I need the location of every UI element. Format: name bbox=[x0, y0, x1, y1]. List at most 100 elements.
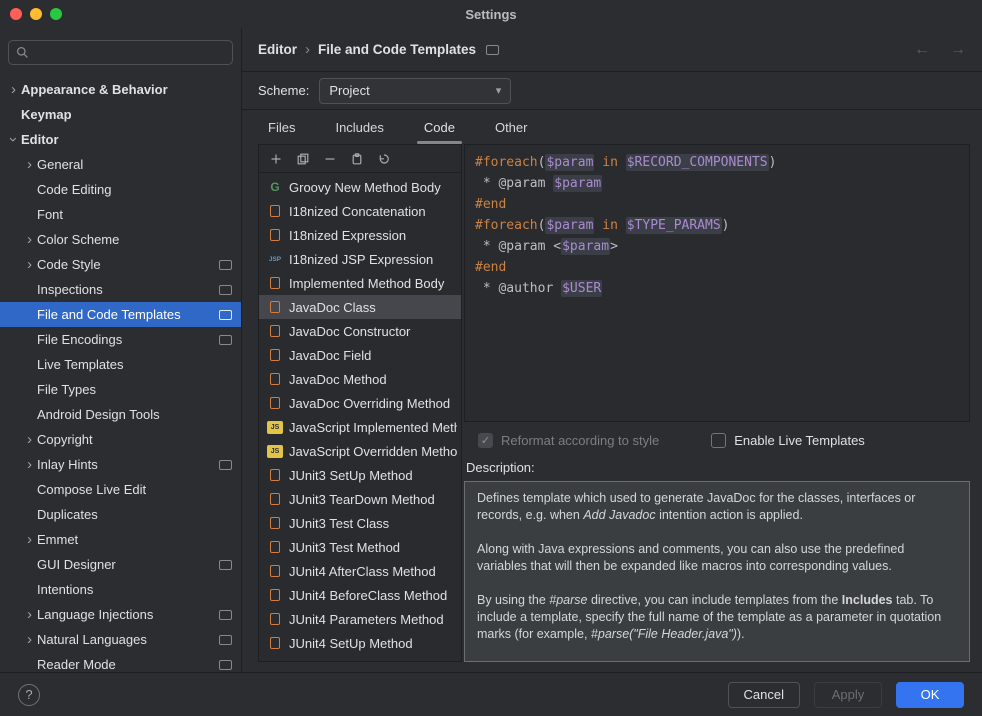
description-label: Description: bbox=[464, 458, 970, 481]
template-item[interactable]: JavaDoc Overriding Method bbox=[259, 391, 461, 415]
sidebar-item-copyright[interactable]: ›Copyright bbox=[0, 427, 241, 452]
template-label: JavaDoc Method bbox=[289, 372, 457, 387]
description-paragraph: Along with Java expressions and comments… bbox=[477, 541, 957, 575]
template-item[interactable]: JUnit4 BeforeClass Method bbox=[259, 583, 461, 607]
template-item[interactable]: JavaDoc Method bbox=[259, 367, 461, 391]
sidebar-item-live-templates[interactable]: Live Templates bbox=[0, 352, 241, 377]
template-item[interactable]: JUnit4 SetUp Method bbox=[259, 631, 461, 655]
sidebar-item-reader-mode[interactable]: Reader Mode bbox=[0, 652, 241, 672]
sidebar-item-label: GUI Designer bbox=[37, 557, 213, 572]
sidebar-item-emmet[interactable]: ›Emmet bbox=[0, 527, 241, 552]
live-templates-checkbox[interactable]: Enable Live Templates bbox=[711, 433, 865, 448]
tab-code[interactable]: Code bbox=[422, 114, 457, 144]
template-item[interactable]: JSJavaScript Overridden Method Body bbox=[259, 439, 461, 463]
template-item[interactable]: JavaDoc Constructor bbox=[259, 319, 461, 343]
checkbox-icon bbox=[478, 433, 493, 448]
description-text: directive, you can include templates fro… bbox=[588, 593, 842, 607]
template-item[interactable]: JSPI18nized JSP Expression bbox=[259, 247, 461, 271]
code-token: > bbox=[610, 239, 618, 254]
help-button[interactable]: ? bbox=[18, 684, 40, 706]
template-label: JUnit3 TearDown Method bbox=[289, 492, 457, 507]
chevron-right-icon[interactable]: › bbox=[6, 82, 21, 97]
remove-icon[interactable] bbox=[323, 152, 337, 166]
add-icon[interactable] bbox=[269, 152, 283, 166]
chevron-right-icon[interactable]: › bbox=[22, 607, 37, 622]
breadcrumb-editor[interactable]: Editor bbox=[258, 42, 297, 57]
copy-icon[interactable] bbox=[296, 152, 310, 166]
sidebar-item-code-editing[interactable]: Code Editing bbox=[0, 177, 241, 202]
cancel-button[interactable]: Cancel bbox=[728, 682, 800, 708]
template-item[interactable]: JUnit4 AfterClass Method bbox=[259, 559, 461, 583]
template-file-icon bbox=[270, 589, 280, 601]
sidebar-item-label: Compose Live Edit bbox=[37, 482, 232, 497]
chevron-right-icon[interactable]: › bbox=[22, 632, 37, 647]
sidebar-item-label: Inlay Hints bbox=[37, 457, 213, 472]
template-item[interactable]: G Groovy New Method Body bbox=[259, 175, 461, 199]
reset-icon[interactable] bbox=[377, 152, 391, 166]
tab-files[interactable]: Files bbox=[266, 114, 297, 144]
settings-search[interactable] bbox=[8, 40, 233, 65]
template-editor[interactable]: #foreach($param in $RECORD_COMPONENTS) *… bbox=[464, 144, 970, 422]
paste-icon[interactable] bbox=[350, 152, 364, 166]
sidebar-item-inspections[interactable]: Inspections bbox=[0, 277, 241, 302]
reformat-checkbox[interactable]: Reformat according to style bbox=[478, 433, 659, 448]
scheme-select[interactable]: Project ▾ bbox=[319, 78, 511, 104]
jsp-file-icon: JSP bbox=[267, 253, 283, 266]
sidebar-item-duplicates[interactable]: Duplicates bbox=[0, 502, 241, 527]
template-label: JavaScript Overridden Method Body bbox=[289, 444, 457, 459]
template-item[interactable]: I18nized Expression bbox=[259, 223, 461, 247]
sidebar-item-color-scheme[interactable]: ›Color Scheme bbox=[0, 227, 241, 252]
tab-other[interactable]: Other bbox=[493, 114, 530, 144]
sidebar-item-label: File and Code Templates bbox=[37, 307, 213, 322]
sidebar-item-gui-designer[interactable]: GUI Designer bbox=[0, 552, 241, 577]
sidebar-item-editor[interactable]: ›Editor bbox=[0, 127, 241, 152]
template-item[interactable]: JavaDoc Class bbox=[259, 295, 461, 319]
sidebar-item-general[interactable]: ›General bbox=[0, 152, 241, 177]
sidebar-item-compose-live-edit[interactable]: Compose Live Edit bbox=[0, 477, 241, 502]
sidebar-item-natural-languages[interactable]: ›Natural Languages bbox=[0, 627, 241, 652]
window-title: Settings bbox=[465, 7, 516, 22]
chevron-right-icon[interactable]: › bbox=[22, 157, 37, 172]
zoom-window-button[interactable] bbox=[50, 8, 62, 20]
code-token: in bbox=[602, 218, 618, 233]
chevron-right-icon[interactable]: › bbox=[22, 432, 37, 447]
template-item[interactable]: JSJavaScript Implemented Method Body bbox=[259, 415, 461, 439]
minimize-window-button[interactable] bbox=[30, 8, 42, 20]
forward-icon[interactable]: → bbox=[950, 41, 966, 59]
template-item[interactable]: JUnit3 TearDown Method bbox=[259, 487, 461, 511]
tab-includes[interactable]: Includes bbox=[333, 114, 385, 144]
ide-setting-icon bbox=[219, 335, 232, 345]
template-item[interactable]: JUnit4 Parameters Method bbox=[259, 607, 461, 631]
template-label: Groovy New Method Body bbox=[289, 180, 457, 195]
sidebar-item-language-injections[interactable]: ›Language Injections bbox=[0, 602, 241, 627]
chevron-down-icon[interactable]: › bbox=[6, 132, 21, 147]
template-label: JavaDoc Overriding Method bbox=[289, 396, 457, 411]
sidebar-item-file-types[interactable]: File Types bbox=[0, 377, 241, 402]
template-item[interactable]: Implemented Method Body bbox=[259, 271, 461, 295]
sidebar-item-intentions[interactable]: Intentions bbox=[0, 577, 241, 602]
sidebar-item-file-encodings[interactable]: File Encodings bbox=[0, 327, 241, 352]
chevron-right-icon[interactable]: › bbox=[22, 457, 37, 472]
template-item[interactable]: I18nized Concatenation bbox=[259, 199, 461, 223]
sidebar-item-inlay-hints[interactable]: ›Inlay Hints bbox=[0, 452, 241, 477]
chevron-right-icon[interactable]: › bbox=[22, 532, 37, 547]
sidebar-item-file-and-code-templates[interactable]: File and Code Templates bbox=[0, 302, 241, 327]
description-paragraph: By using the #parse directive, you can i… bbox=[477, 592, 957, 643]
chevron-right-icon[interactable]: › bbox=[22, 232, 37, 247]
chevron-right-icon[interactable]: › bbox=[22, 257, 37, 272]
template-item[interactable]: JUnit3 Test Class bbox=[259, 511, 461, 535]
template-item[interactable]: JUnit3 SetUp Method bbox=[259, 463, 461, 487]
back-icon[interactable]: ← bbox=[914, 41, 930, 59]
search-input[interactable] bbox=[34, 46, 225, 60]
close-window-button[interactable] bbox=[10, 8, 22, 20]
template-item[interactable]: JavaDoc Field bbox=[259, 343, 461, 367]
sidebar-item-font[interactable]: Font bbox=[0, 202, 241, 227]
groovy-file-icon: G bbox=[267, 180, 283, 194]
sidebar-item-android-design-tools[interactable]: Android Design Tools bbox=[0, 402, 241, 427]
template-file-icon bbox=[270, 205, 280, 217]
sidebar-item-code-style[interactable]: ›Code Style bbox=[0, 252, 241, 277]
sidebar-item-keymap[interactable]: Keymap bbox=[0, 102, 241, 127]
sidebar-item-appearance-behavior[interactable]: ›Appearance & Behavior bbox=[0, 77, 241, 102]
template-item[interactable]: JUnit3 Test Method bbox=[259, 535, 461, 559]
ok-button[interactable]: OK bbox=[896, 682, 964, 708]
